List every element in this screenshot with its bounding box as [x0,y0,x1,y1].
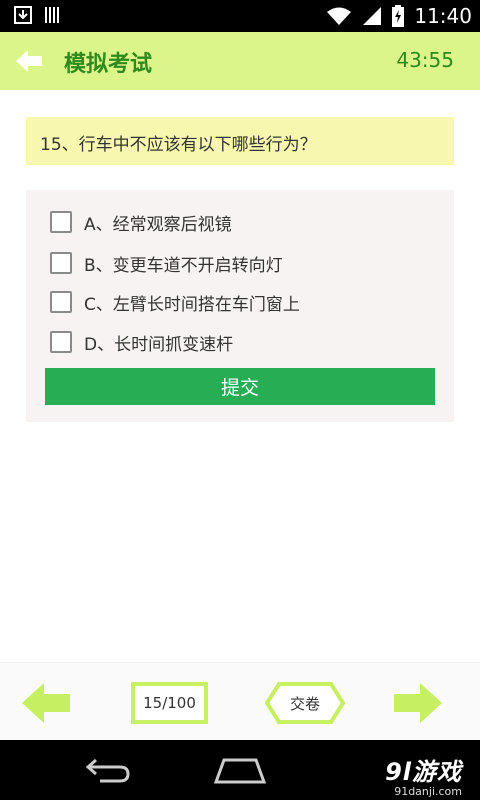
watermark-url: 91danji.com [394,785,462,798]
option-label: A、经常观察后视镜 [84,214,232,235]
option-b[interactable]: B、变更车道不开启转向灯 [50,251,283,276]
watermark-logo: 9l游戏 [385,758,462,786]
prev-arrow-icon[interactable] [22,683,70,723]
checkbox[interactable] [50,211,72,233]
page-title: 模拟考试 [64,52,153,77]
option-label: C、左臂长时间搭在车门窗上 [84,294,300,315]
nav-back-icon[interactable] [82,754,132,786]
nav-home-icon[interactable] [214,758,266,784]
wifi-icon [327,7,352,25]
countdown-timer: 43:55 [396,48,454,72]
page-indicator: 15/100 [131,682,208,724]
status-left-icons [14,6,62,24]
status-right-icons: 11:40 [326,0,472,32]
bottom-toolbar: 15/100 交卷 [0,662,480,740]
options-panel: A、经常观察后视镜 B、变更车道不开启转向灯 C、左臂长时间搭在车门窗上 D、长… [26,190,454,422]
system-nav-bar: 9l游戏 91danji.com [0,740,480,800]
signal-icon [363,7,382,25]
battery-charging-icon [392,5,405,27]
next-arrow-icon[interactable] [394,683,442,723]
checkbox[interactable] [50,252,72,274]
checkbox[interactable] [50,331,72,353]
barcode-icon [45,7,59,23]
submit-paper-button[interactable]: 交卷 [265,682,345,724]
app-bar: 模拟考试 43:55 [0,32,480,90]
option-a[interactable]: A、经常观察后视镜 [50,210,232,235]
option-c[interactable]: C、左臂长时间搭在车门窗上 [50,290,300,315]
option-label: D、长时间抓变速杆 [84,334,234,355]
question-text: 15、行车中不应该有以下哪些行为？ [40,135,317,155]
back-arrow-icon[interactable] [14,46,44,76]
watermark: 9l游戏 91danji.com [385,752,462,798]
status-bar: 11:40 [0,0,480,32]
download-icon [14,6,32,24]
status-time: 11:40 [414,4,472,28]
option-label: B、变更车道不开启转向灯 [84,255,283,276]
question-box: 15、行车中不应该有以下哪些行为？ [26,117,454,165]
submit-button[interactable]: 提交 [45,368,435,405]
checkbox[interactable] [50,291,72,313]
option-d[interactable]: D、长时间抓变速杆 [50,330,234,355]
submit-paper-label: 交卷 [289,694,320,713]
